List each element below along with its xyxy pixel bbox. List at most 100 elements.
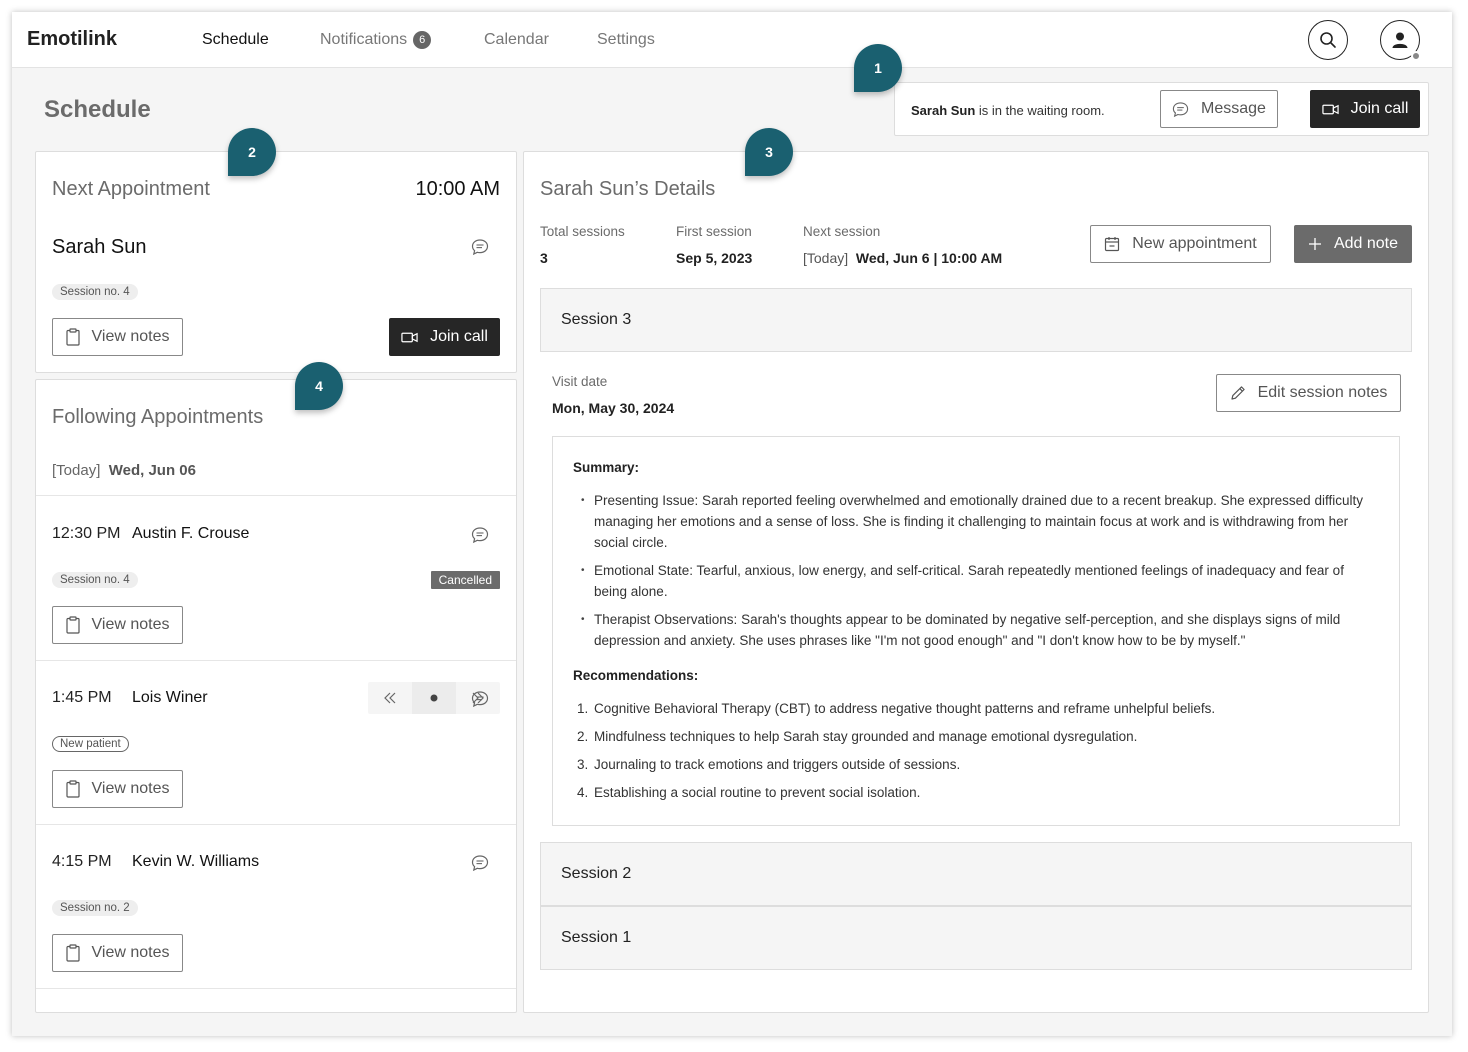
chat-bubble-icon[interactable] [471,690,489,708]
summary-item: Presenting Issue: Sarah reported feeling… [573,490,1379,553]
plus-icon [1308,238,1321,250]
recommendation-item: 2. Mindfulness techniques to help Sarah s… [577,729,1138,744]
appointment-time: 12:30 PM [52,525,121,542]
nav-tab-settings[interactable]: Settings [597,31,655,49]
join-call-label: Join call [430,328,488,345]
today-tag: [Today] [803,250,849,266]
first-session-label: First session [676,224,752,239]
nav-tab-schedule[interactable]: Schedule [202,31,269,49]
nav-tab-calendar[interactable]: Calendar [484,31,549,49]
view-notes-button[interactable]: View notes [52,770,183,808]
total-sessions-value: 3 [540,250,548,266]
calendar-icon [1105,237,1120,252]
session-title: Session 1 [561,929,632,946]
new-patient-tag: New patient [52,736,129,752]
edit-session-notes-button[interactable]: Edit session notes [1216,374,1401,412]
video-camera-icon [401,332,418,342]
next-session-label: Next session [803,224,881,239]
next-appointment-heading: Next Appointment [52,178,210,200]
cancelled-status-badge: Cancelled [430,571,500,589]
page-title: Schedule [44,96,151,123]
profile-avatar-button[interactable] [1380,20,1421,61]
session-number-tag: Session no. 2 [52,900,138,916]
notification-count-badge: 6 [413,31,432,49]
view-notes-button[interactable]: View notes [52,934,183,972]
clipboard-icon [65,780,80,798]
recommendation-item: 3. Journaling to track emotions and trigg… [577,757,961,772]
summary-heading: Summary: [573,460,640,475]
chat-bubble-icon[interactable] [471,526,489,544]
next-appointment-time: 10:00 AM [415,178,500,200]
summary-item: Therapist Observations: Sarah's thoughts… [573,609,1379,651]
patient-details-heading: Sarah Sun’s Details [540,178,716,200]
add-note-button[interactable]: Add note [1294,225,1412,263]
next-session-value: Wed, Jun 6 | 10:00 AM [855,250,1003,266]
total-sessions-label: Total sessions [540,224,625,239]
recommendations-list: 1. Cognitive Behavioral Therapy (CBT) to … [573,698,1379,803]
following-date: Wed, Jun 06 [108,462,196,479]
following-date-row: [Today] Wed, Jun 06 [52,462,196,479]
nav-tab-notifications-label: Notifications [320,31,408,48]
appointment-patient: Kevin W. Williams [132,853,260,870]
today-tag: [Today] [52,462,101,479]
view-notes-label: View notes [91,944,170,961]
search-button[interactable] [1308,20,1348,60]
recommendation-text: Cognitive Behavioral Therapy (CBT) to ad… [594,701,1216,716]
clipboard-icon [65,944,80,962]
next-appointment-card: Next Appointment 10:00 AM Sarah Sun Sess… [35,151,517,373]
session-number-tag: Session no. 4 [52,284,138,300]
session-title: Session 2 [561,865,632,882]
join-call-button[interactable]: Join call [389,318,500,356]
annotation-marker-3: 3 [745,128,793,176]
appointment-list-item: 4:15 PM Kevin W. Williams Session no. 2 … [36,825,516,988]
recommendation-item: 1. Cognitive Behavioral Therapy (CBT) to … [577,701,1216,716]
message-button[interactable]: Message [1160,90,1278,128]
appointment-list-item: 12:30 PM Austin F. Crouse Session no. 4 … [36,496,516,660]
chat-bubble-icon[interactable] [471,238,489,256]
video-camera-icon [1321,104,1339,114]
search-icon [1320,32,1336,48]
banner-join-call-label: Join call [1350,100,1409,117]
user-icon [1392,32,1408,48]
recommendation-text: Establishing a social routine to prevent… [594,785,921,800]
summary-list: Presenting Issue: Sarah reported feeling… [573,490,1379,651]
next-appointment-patient: Sarah Sun [52,236,147,258]
session-accordion-3[interactable]: Session 3 [540,288,1412,352]
appointment-patient: Lois Winer [132,689,208,706]
chat-bubble-icon [1172,101,1189,117]
session-number-tag: Session no. 4 [52,572,138,588]
annotation-marker-4: 4 [295,362,343,410]
pencil-icon [1230,386,1245,400]
new-appointment-label: New appointment [1132,235,1257,252]
recommendations-heading: Recommendations: [573,668,699,683]
next-session-value-row: [Today] Wed, Jun 6 | 10:00 AM [803,250,1002,266]
view-notes-button[interactable]: View notes [52,606,183,644]
recommendation-text: Journaling to track emotions and trigger… [594,757,961,772]
waiting-room-banner: Sarah Sun is in the waiting room. Messag… [894,82,1429,136]
session-accordion-1[interactable]: Session 1 [540,906,1412,970]
banner-join-call-button[interactable]: Join call [1310,90,1420,128]
message-button-label: Message [1201,100,1266,117]
view-notes-label: View notes [91,616,170,633]
appointment-time: 1:45 PM [52,689,112,706]
recommendation-item: 4. Establishing a social routine to preve… [577,785,921,800]
appointment-list-item: 1:45 PM Lois Winer New patient View note… [36,661,516,824]
view-notes-button[interactable]: View notes [52,318,183,356]
annotation-marker-2: 2 [228,128,276,176]
clipboard-icon [65,328,80,346]
divider [36,988,516,989]
visit-date-label: Visit date [552,374,608,389]
online-status-dot [1411,51,1421,61]
session-accordion-2[interactable]: Session 2 [540,842,1412,906]
session-notes-box: Summary: Presenting Issue: Sarah reporte… [552,436,1400,826]
patient-details-card: Sarah Sun’s Details Total sessions 3 Fir… [523,151,1429,1013]
nav-tab-notifications[interactable]: Notifications 6 [320,31,432,49]
brand-logo[interactable]: Emotilink [27,28,117,51]
chat-bubble-icon[interactable] [471,854,489,872]
visit-date-value: Mon, May 30, 2024 [552,400,675,416]
waiting-room-message: is in the waiting room. [978,103,1105,118]
new-appointment-button[interactable]: New appointment [1090,225,1271,263]
annotation-marker-1: 1 [854,44,902,92]
add-note-label: Add note [1333,235,1399,252]
following-appointments-card: Following Appointments [Today] Wed, Jun … [35,379,517,1013]
